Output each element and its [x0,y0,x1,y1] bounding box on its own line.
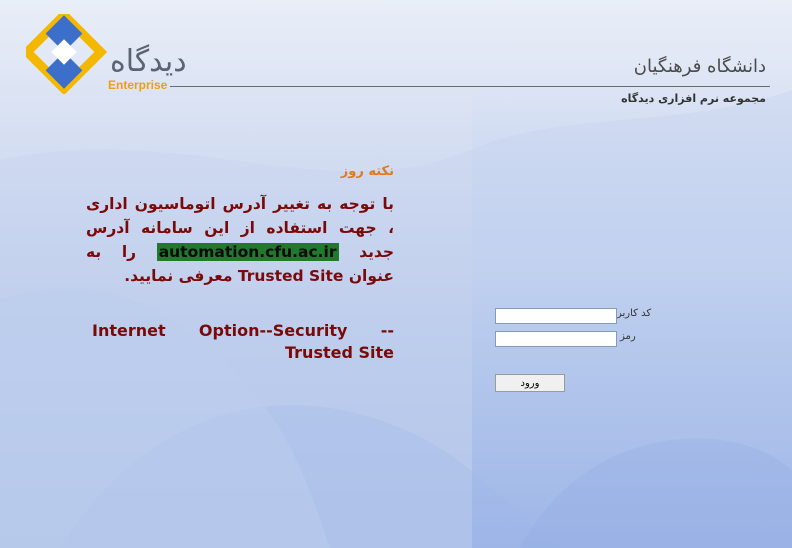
software-suite-name: مجموعه نرم افزاری دیدگاه [621,92,766,105]
logo-wordmark: دیدگاه [110,44,187,79]
password-label: رمز [620,331,636,342]
tip-of-day-title: نکته روز [340,164,394,179]
username-input[interactable] [495,308,617,324]
login-button[interactable]: ورود [495,374,565,392]
organization-name: دانشگاه فرهنگیان [633,56,766,77]
tip-text-part3: معرفی نمایید. [124,267,238,285]
tip-of-day-body: با توجه به تغییر آدرس اتوماسیون اداری ، … [86,192,394,288]
header-divider [170,86,770,87]
logo-subtitle: Enterprise [108,78,168,92]
tip-settings-path: Internet Option--Security -- Trusted Sit… [92,321,394,362]
username-label: کد کاربر [617,308,652,319]
tip-trusted-term: Trusted Site [237,267,344,285]
password-input[interactable] [495,331,617,347]
tip-url: automation.cfu.ac.ir [156,243,339,261]
